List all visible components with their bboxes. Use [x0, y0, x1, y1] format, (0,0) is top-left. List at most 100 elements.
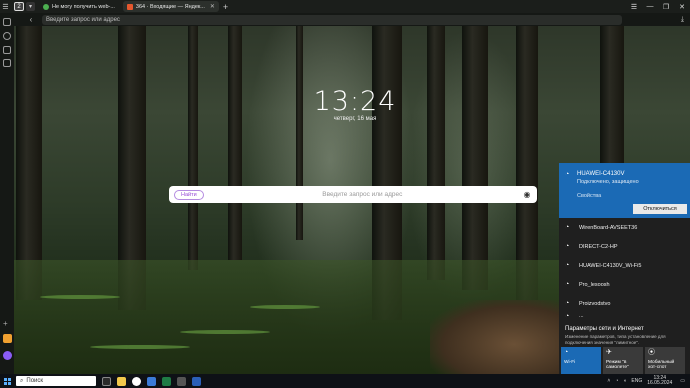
yandex-browser-icon[interactable]	[132, 376, 141, 386]
connected-network-status: Подключено, защищено	[577, 179, 639, 185]
window-controls: ☰ — ❐ ✕	[626, 0, 690, 13]
fern	[180, 330, 270, 334]
newtab-clock: 13:24	[313, 86, 397, 117]
wifi-icon: ◔	[564, 349, 569, 356]
wifi-lock-icon: ◔	[565, 281, 570, 288]
bookmarks-icon[interactable]	[3, 18, 11, 26]
connected-network-name: HUAWEI-C4130V	[577, 171, 625, 177]
network-item[interactable]: ◔ DIRECT-C2-HP	[559, 237, 690, 256]
minimize-icon[interactable]: —	[642, 0, 658, 13]
network-icon[interactable]: ◔	[615, 378, 618, 384]
downloads-icon[interactable]: ⤓	[681, 16, 684, 24]
tree-trunk	[462, 0, 488, 290]
connected-network[interactable]: ◔ HUAWEI-C4130V Подключено, защищено Сво…	[559, 163, 690, 218]
network-name: HUAWEI-C4130V_Wi-Fi5	[579, 262, 642, 269]
network-item[interactable]: ◔ ...	[559, 311, 690, 321]
newtab-search-bar[interactable]: Найти Введите запрос или адрес ◉	[169, 186, 537, 203]
fern	[40, 295, 120, 299]
tile-label: Мобильный хот-спот	[648, 360, 675, 370]
wifi-lock-icon: ◔	[565, 262, 570, 269]
wifi-lock-icon: ◔	[565, 300, 570, 307]
network-settings-link[interactable]: Параметры сети и Интернет	[565, 326, 644, 332]
wifi-lock-icon: ◔	[565, 243, 570, 250]
tree-trunk	[427, 0, 445, 280]
wifi-lock-icon: ◔	[565, 224, 570, 231]
collections-icon[interactable]	[3, 32, 11, 40]
tree-trunk	[228, 0, 242, 260]
camera-search-icon[interactable]: ◉	[521, 190, 533, 199]
tab-title: 364 · Входящие — Яндек...	[135, 3, 205, 10]
file-explorer-icon[interactable]	[117, 376, 126, 386]
tree-trunk	[516, 0, 538, 300]
network-item[interactable]: ◔ HUAWEI-C4130V_Wi-Fi5	[559, 256, 690, 275]
wifi-toggle-tile[interactable]: ◔ Wi-Fi	[561, 347, 601, 374]
fern	[250, 305, 320, 309]
browser-menu-icon[interactable]: ☰	[0, 1, 11, 12]
volume-icon[interactable]: ◖	[623, 378, 626, 384]
network-item[interactable]: ◔ Pro_lesoosh	[559, 275, 690, 294]
tree-trunk	[188, 0, 198, 270]
tab-favicon-icon	[126, 3, 133, 10]
network-properties-link[interactable]: Свойства	[577, 193, 601, 199]
forest-path	[430, 300, 570, 374]
calculator-icon[interactable]	[177, 376, 186, 386]
taskbar-clock[interactable]: 13:24 16.05.2024	[647, 375, 673, 387]
search-find-button[interactable]: Найти	[174, 189, 204, 200]
network-name: WirenBoard-AVSEET36	[579, 224, 638, 231]
newtab-date: четверг, 16 мая	[333, 116, 377, 122]
word-icon[interactable]	[192, 376, 201, 386]
start-button[interactable]	[0, 377, 14, 385]
taskbar-search-placeholder: Поиск	[26, 378, 44, 384]
network-item[interactable]: ◔ WirenBoard-AVSEET36	[559, 218, 690, 237]
tab-close-icon[interactable]: ✕	[210, 3, 215, 10]
hotspot-icon: ⦿	[648, 349, 655, 356]
fern	[90, 345, 190, 349]
tile-label: Wi-Fi	[564, 360, 576, 365]
search-input[interactable]: Введите запрос или адрес	[204, 191, 521, 198]
store-icon[interactable]	[147, 376, 156, 386]
network-name: ...	[579, 313, 584, 319]
search-icon: ⌕	[20, 377, 24, 384]
disconnect-button[interactable]: Отключиться	[633, 204, 687, 214]
excel-icon[interactable]	[162, 376, 171, 386]
system-tray: ˄ ◔ ◖ ENG 13:24 16.05.2024 ▭	[607, 375, 690, 387]
add-panel-icon[interactable]: +	[3, 319, 8, 328]
tab-count-badge[interactable]: 2	[14, 2, 24, 11]
new-tab-icon[interactable]: +	[223, 2, 228, 12]
tile-label: Режим "в самолете"	[606, 360, 629, 370]
tab-list-icon[interactable]: ☰	[626, 0, 642, 13]
tab-favicon-icon	[43, 3, 49, 10]
airplane-icon: ✈	[606, 349, 612, 356]
browser-sidebar: +	[0, 13, 14, 374]
chevron-up-icon[interactable]: ˄	[607, 378, 610, 384]
task-view-icon[interactable]	[102, 376, 111, 386]
address-placeholder: Введите запрос или адрес	[46, 16, 120, 23]
maximize-icon[interactable]: ❐	[658, 0, 674, 13]
airplane-mode-tile[interactable]: ✈ Режим "в самолете"	[603, 347, 643, 374]
tab-bar: ☰ 2 ▾ Не могу получить web-... 364 · Вхо…	[0, 0, 690, 13]
history-icon[interactable]	[3, 46, 11, 54]
wifi-flyout: ◔ HUAWEI-C4130V Подключено, защищено Сво…	[559, 163, 690, 374]
taskbar-date: 16.05.2024	[647, 380, 673, 386]
tab-title: Не могу получить web-...	[52, 3, 115, 10]
address-row: ‹ Введите запрос или адрес ⤓	[0, 13, 690, 26]
network-settings-description: Изменение параметров, типа установление …	[565, 334, 666, 345]
network-name: Pro_lesoosh	[579, 281, 610, 288]
wifi-lock-icon: ◔	[565, 312, 570, 320]
network-name: Proizvodstvo	[579, 300, 611, 307]
language-indicator[interactable]: ENG	[631, 378, 642, 384]
notes-icon[interactable]	[3, 59, 11, 67]
back-icon[interactable]: ‹	[26, 15, 36, 24]
alice-assistant-icon[interactable]	[3, 351, 12, 360]
address-bar[interactable]: Введите запрос или адрес	[42, 14, 622, 25]
mobile-hotspot-tile[interactable]: ⦿ Мобильный хот-спот	[645, 347, 685, 374]
tab-item-active[interactable]: 364 · Входящие — Яндек... ✕	[122, 1, 219, 12]
tabs-dropdown-icon[interactable]: ▾	[26, 2, 35, 11]
tree-trunk	[16, 0, 42, 300]
tab-item[interactable]: Не могу получить web-...	[39, 1, 119, 12]
taskbar-search[interactable]: ⌕ Поиск	[16, 376, 96, 386]
wifi-lock-icon: ◔	[565, 171, 570, 178]
close-window-icon[interactable]: ✕	[674, 0, 690, 13]
notifications-icon[interactable]: ▭	[680, 378, 685, 384]
mail-app-icon[interactable]	[3, 334, 12, 343]
